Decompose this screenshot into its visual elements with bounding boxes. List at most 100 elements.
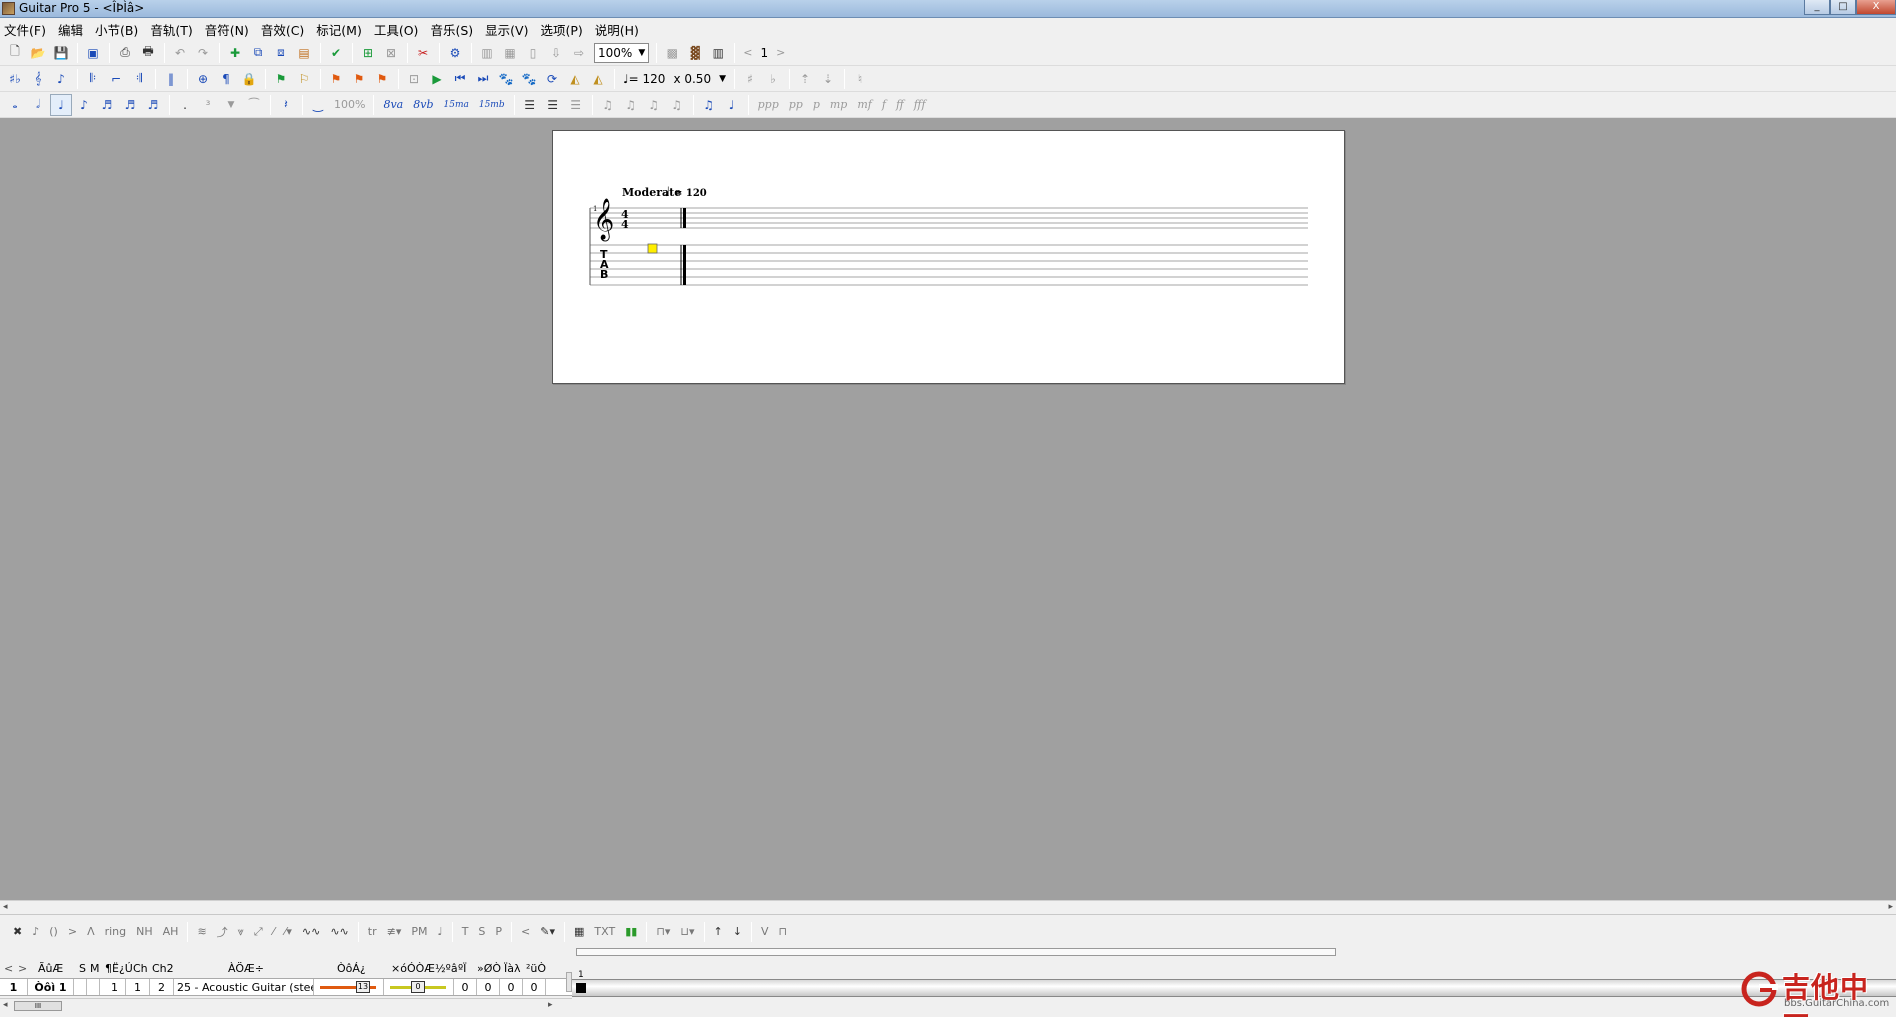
transpose-up-icon[interactable]: ♯ bbox=[739, 68, 761, 90]
track-scrollbar[interactable]: ◂ III ▸ bbox=[0, 998, 572, 1012]
tremolo-bar-icon[interactable]: ⩔ bbox=[238, 925, 244, 939]
chord-diagram-icon[interactable]: ▦ bbox=[574, 925, 584, 938]
dynamic-f[interactable]: f bbox=[882, 98, 886, 111]
vibrato-icon[interactable]: ≋ bbox=[197, 925, 206, 938]
menu-tools[interactable]: 工具(O) bbox=[374, 20, 419, 39]
track-paste-icon[interactable]: ⧈ bbox=[270, 42, 292, 64]
quindicesima-down-button[interactable]: 15mb bbox=[479, 100, 505, 110]
mute-checkbox[interactable] bbox=[87, 979, 100, 995]
heavy-accent-icon[interactable]: Λ bbox=[87, 925, 95, 938]
enharmonic-icon[interactable]: ♮ bbox=[849, 68, 871, 90]
keyboard-icon[interactable]: ▥ bbox=[707, 42, 729, 64]
half-note-icon[interactable]: 𝅗𝅥 bbox=[27, 94, 49, 116]
palm-mute-button[interactable]: PM bbox=[411, 925, 427, 938]
tuplet-icon[interactable]: ³ bbox=[197, 94, 219, 116]
menu-track[interactable]: 音轨(T) bbox=[150, 20, 192, 39]
track-delete-icon[interactable]: ▤ bbox=[293, 42, 315, 64]
arrow-down-icon[interactable]: ↓ bbox=[733, 925, 742, 938]
text-button[interactable]: TXT bbox=[594, 925, 615, 938]
add-track-icon[interactable]: ✚ bbox=[224, 42, 246, 64]
measure-timeline[interactable]: 1 bbox=[572, 948, 1896, 1017]
volume-thumb[interactable]: 13 bbox=[356, 981, 370, 993]
volume-slider[interactable]: 13 bbox=[314, 979, 384, 995]
track-instrument[interactable]: 25 - Acoustic Guitar (steel) bbox=[174, 979, 314, 995]
rest-icon[interactable]: 𝄽 bbox=[275, 94, 297, 116]
key-signature-icon[interactable]: ♯♭ bbox=[4, 68, 26, 90]
beam-join-icon[interactable]: ♫ bbox=[643, 94, 665, 116]
downstroke-icon[interactable]: ⊓ bbox=[779, 925, 788, 938]
track-phaser[interactable]: 0 bbox=[500, 979, 523, 995]
dynamic-ppp[interactable]: ppp bbox=[758, 98, 779, 111]
tap-button[interactable]: T bbox=[462, 925, 469, 938]
edit-cursor[interactable] bbox=[647, 243, 658, 254]
dynamic-ff[interactable]: ff bbox=[896, 98, 904, 111]
count-in-icon[interactable]: 🐾 bbox=[518, 68, 540, 90]
bend-icon[interactable]: ⤴ bbox=[217, 924, 228, 940]
menu-help[interactable]: 说明(H) bbox=[595, 20, 639, 39]
ottava-up-button[interactable]: 8va bbox=[383, 98, 403, 111]
chevron-left-icon[interactable]: ◂ bbox=[3, 902, 8, 912]
flag-icon[interactable]: ⚑ bbox=[325, 68, 347, 90]
screen-layout-icon[interactable]: ▦ bbox=[499, 42, 521, 64]
chevron-right-icon[interactable]: ▸ bbox=[1888, 902, 1893, 912]
print-preview-icon[interactable]: ⎙ bbox=[114, 42, 136, 64]
cut-icon[interactable]: ✂ bbox=[412, 42, 434, 64]
menu-file[interactable]: 文件(F) bbox=[4, 20, 46, 39]
track-row[interactable]: 1 Òôì 1 1 1 2 25 - Acoustic Guitar (stee… bbox=[0, 978, 572, 996]
eighth-note-icon[interactable]: ♪ bbox=[73, 94, 95, 116]
dynamic-fff[interactable]: fff bbox=[914, 98, 926, 111]
insert-bar-icon[interactable]: ⊞ bbox=[357, 42, 379, 64]
menu-options[interactable]: 选项(P) bbox=[540, 20, 582, 39]
accent-icon[interactable]: > bbox=[68, 925, 77, 938]
check-bar-icon[interactable]: ✔ bbox=[325, 42, 347, 64]
solo-checkbox[interactable] bbox=[74, 979, 87, 995]
slide-icon[interactable]: ⤢ bbox=[254, 925, 263, 939]
new-file-icon[interactable]: 🗋 bbox=[4, 42, 26, 64]
score-notation[interactable]: Moderate ♩ = 120 1 𝄞 4 4 T A B bbox=[553, 131, 1346, 385]
menu-sound[interactable]: 音乐(S) bbox=[430, 20, 473, 39]
dead-note-icon[interactable]: ✖ bbox=[13, 925, 22, 938]
tempo-automation-icon[interactable]: ◭ bbox=[587, 68, 609, 90]
timeline-track-bar[interactable] bbox=[572, 979, 1896, 997]
dynamic-mf[interactable]: mf bbox=[857, 98, 872, 111]
trill-button[interactable]: tr bbox=[368, 925, 377, 938]
page-layout-icon[interactable]: ▥ bbox=[476, 42, 498, 64]
lock-icon[interactable]: 🔒 bbox=[238, 68, 260, 90]
direction-icon[interactable]: ⊕ bbox=[192, 68, 214, 90]
system-spacing-icon[interactable]: ☰ bbox=[565, 94, 587, 116]
close-button[interactable]: X bbox=[1856, 0, 1896, 15]
settings-gear-icon[interactable]: ⚙ bbox=[444, 42, 466, 64]
track-tremolo[interactable]: 0 bbox=[523, 979, 546, 995]
repeat-close-icon[interactable]: 𝄇 bbox=[128, 68, 150, 90]
sixty-fourth-note-icon[interactable]: ♬ bbox=[142, 94, 164, 116]
track-chorus[interactable]: 0 bbox=[454, 979, 477, 995]
save-icon[interactable]: 💾 bbox=[50, 42, 72, 64]
chevron-right-icon[interactable]: ▸ bbox=[548, 1000, 553, 1010]
dynamic-pp[interactable]: pp bbox=[789, 98, 803, 111]
thirty-second-note-icon[interactable]: ♬ bbox=[119, 94, 141, 116]
workspace-scrollbar[interactable]: ◂ ▸ bbox=[0, 900, 1896, 914]
track-channel[interactable]: 1 bbox=[126, 979, 150, 995]
mixer-change-icon[interactable]: ▮▮ bbox=[625, 925, 637, 938]
staccato-icon[interactable]: ♩ bbox=[437, 925, 442, 938]
clef-icon[interactable]: 𝄞 bbox=[27, 68, 49, 90]
arrow-up-icon[interactable]: ↑ bbox=[714, 925, 723, 938]
last-bar-icon[interactable]: ⏭ bbox=[472, 68, 494, 90]
properties-icon[interactable]: ▣ bbox=[82, 42, 104, 64]
chevron-left-icon[interactable]: ◂ bbox=[3, 1000, 8, 1010]
beam-break-icon[interactable]: ♫ bbox=[620, 94, 642, 116]
let-ring-icon[interactable]: ring bbox=[105, 925, 127, 938]
marker-list-icon[interactable]: ⚐ bbox=[293, 68, 315, 90]
mixer-icon[interactable]: ▩ bbox=[661, 42, 683, 64]
pickstroke-down-icon[interactable]: ⊓▾ bbox=[656, 925, 670, 938]
speed-display[interactable]: x 0.50 bbox=[673, 72, 711, 86]
tie-icon[interactable]: ‿ bbox=[307, 94, 329, 116]
beam-group-icon[interactable]: ♫ bbox=[666, 94, 688, 116]
pan-slider[interactable]: 0 bbox=[384, 979, 454, 995]
natural-harmonic-button[interactable]: NH bbox=[136, 925, 153, 938]
track-nav-prev[interactable]: < bbox=[4, 962, 13, 975]
artificial-harmonic-button[interactable]: AH bbox=[163, 925, 179, 938]
vertical-layout-icon[interactable]: ⇩ bbox=[545, 42, 567, 64]
open-file-icon[interactable]: 📂 bbox=[27, 42, 49, 64]
score-page[interactable]: Moderate ♩ = 120 1 𝄞 4 4 T A B bbox=[552, 130, 1345, 384]
